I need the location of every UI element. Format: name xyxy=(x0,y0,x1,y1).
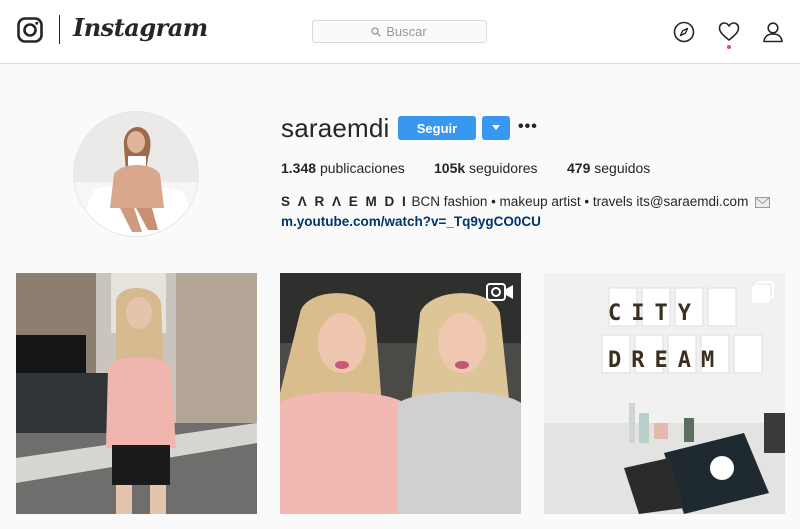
bio-full-name: S Λ R Λ E M D I xyxy=(281,194,408,209)
posts-label: publicaciones xyxy=(319,160,405,176)
profile-icon[interactable] xyxy=(762,21,784,43)
notification-dot xyxy=(727,45,731,49)
posts-stat: 1.348 publicaciones xyxy=(281,160,405,176)
top-navigation-bar: Instagram xyxy=(0,0,800,64)
profile-bio: S Λ R Λ E M D I BCN fashion • makeup art… xyxy=(281,194,771,209)
heart-icon[interactable] xyxy=(718,21,740,43)
chevron-down-icon xyxy=(492,125,500,130)
instagram-glyph-icon[interactable] xyxy=(17,17,43,43)
carousel-icon xyxy=(752,281,774,303)
followers-label: seguidores xyxy=(469,160,538,176)
followers-stat[interactable]: 105k seguidores xyxy=(434,160,538,176)
post-overlay-text: CITY DREAM xyxy=(608,301,725,373)
instagram-wordmark[interactable]: Instagram xyxy=(73,13,208,42)
posts-count: 1.348 xyxy=(281,160,317,176)
bio-text: BCN fashion • makeup artist • travels it… xyxy=(411,194,749,209)
search-box[interactable] xyxy=(312,20,487,43)
logo-divider xyxy=(59,15,60,44)
following-stat[interactable]: 479 seguidos xyxy=(567,160,650,176)
compass-icon[interactable] xyxy=(673,21,695,43)
post-thumbnail[interactable]: CITY DREAM xyxy=(544,273,785,514)
post-thumbnail[interactable] xyxy=(280,273,521,514)
follow-button[interactable]: Seguir xyxy=(398,116,476,140)
more-options-button[interactable]: ••• xyxy=(518,118,537,136)
envelope-icon xyxy=(755,197,771,208)
suggestions-dropdown-button[interactable] xyxy=(482,116,510,140)
search-input[interactable] xyxy=(317,24,482,39)
post-thumbnail[interactable] xyxy=(16,273,257,514)
bio-external-link[interactable]: m.youtube.com/watch?v=_Tq9ygCO0CU xyxy=(281,214,541,229)
video-camera-icon xyxy=(486,283,513,301)
search-icon xyxy=(371,27,381,37)
profile-username: saraemdi xyxy=(281,113,390,143)
followers-count: 105k xyxy=(434,160,466,176)
following-label: seguidos xyxy=(594,160,651,176)
profile-avatar[interactable] xyxy=(73,111,199,237)
following-count: 479 xyxy=(567,160,591,176)
